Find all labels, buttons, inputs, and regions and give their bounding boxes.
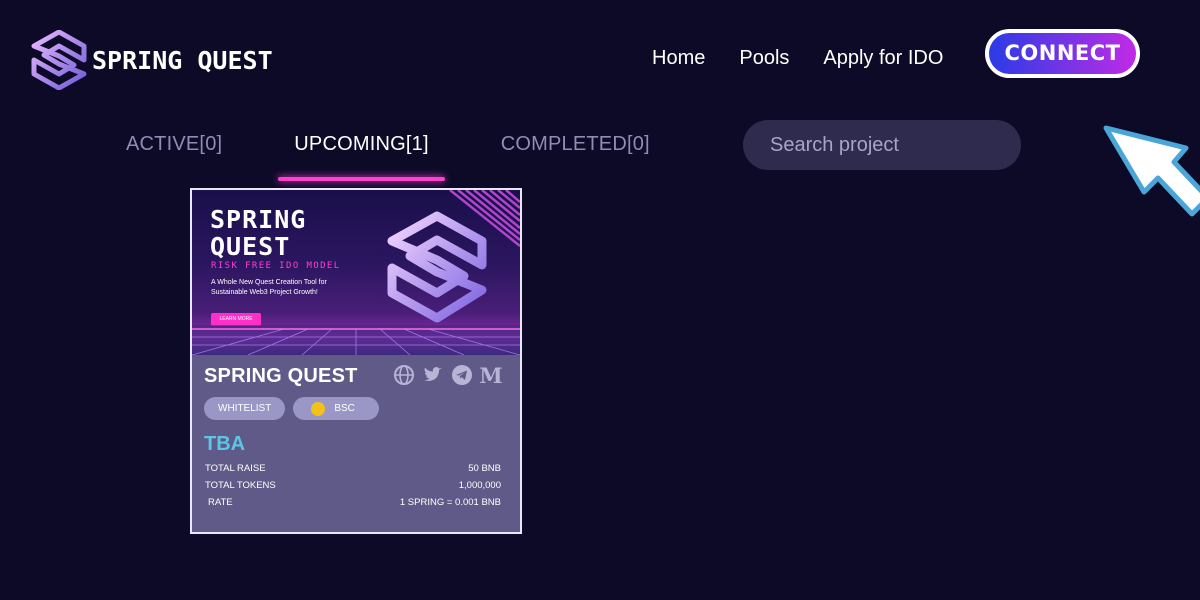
stat-value: 1,000,000 [458, 480, 501, 491]
globe-icon[interactable] [393, 364, 415, 386]
banner-logo-icon [387, 211, 487, 323]
project-banner: SPRING QUEST RISK FREE IDO MODEL A Whole… [192, 190, 520, 355]
stat-row-total-raise: TOTAL RAISE 50 BNB [204, 463, 508, 480]
twitter-icon[interactable] [422, 364, 444, 386]
project-card-body: SPRING QUEST M WHITELIST BSC TBA TOTAL R… [192, 355, 520, 514]
svg-text:M: M [480, 364, 502, 386]
whitelist-tag: WHITELIST [204, 397, 286, 420]
tab-upcoming[interactable]: UPCOMING[1] [278, 133, 446, 181]
banner-grid [192, 325, 520, 355]
tab-active[interactable]: ACTIVE[0] [110, 133, 238, 156]
brand-logo[interactable]: SPRING QUEST [30, 30, 273, 90]
bsc-coin-icon [311, 401, 326, 416]
stat-row-total-tokens: TOTAL TOKENS 1,000,000 [204, 480, 508, 497]
main-nav: Home Pools Apply for IDO [652, 47, 977, 70]
pool-tabs: ACTIVE[0] UPCOMING[1] COMPLETED[0] [110, 133, 706, 181]
telegram-icon[interactable] [451, 364, 473, 386]
stat-value: 50 BNB [468, 463, 501, 474]
banner-description: A Whole New Quest Creation Tool for Sust… [211, 279, 327, 296]
stat-label: TOTAL RAISE [205, 463, 266, 474]
nav-apply-ido[interactable]: Apply for IDO [823, 47, 943, 70]
project-card[interactable]: SPRING QUEST RISK FREE IDO MODEL A Whole… [190, 188, 522, 534]
stat-label: RATE [208, 497, 233, 508]
nav-pools[interactable]: Pools [739, 47, 789, 70]
medium-icon[interactable]: M [479, 363, 502, 388]
stat-row-rate: RATE 1 SPRING = 0.001 BNB [204, 497, 508, 514]
search-input[interactable] [770, 133, 1035, 157]
stat-value: 1 SPRING = 0.001 BNB [399, 497, 501, 508]
social-links: M [386, 363, 503, 388]
chain-tag: BSC [293, 397, 379, 420]
banner-title: SPRING QUEST [210, 205, 307, 261]
project-tags: WHITELIST BSC [204, 397, 508, 420]
banner-subtitle: RISK FREE IDO MODEL [211, 261, 341, 271]
connect-button[interactable]: CONNECT [985, 29, 1140, 78]
cursor-arrow-icon [1103, 125, 1200, 217]
tab-completed[interactable]: COMPLETED[0] [485, 133, 666, 156]
project-status: TBA [204, 433, 246, 455]
chain-label: BSC [334, 403, 355, 414]
search-bar [743, 120, 1035, 170]
stat-label: TOTAL TOKENS [205, 480, 276, 491]
nav-home[interactable]: Home [652, 47, 705, 70]
spring-quest-logo-icon [31, 30, 87, 90]
project-stats: TOTAL RAISE 50 BNB TOTAL TOKENS 1,000,00… [204, 463, 508, 514]
brand-name: SPRING QUEST [92, 45, 273, 75]
